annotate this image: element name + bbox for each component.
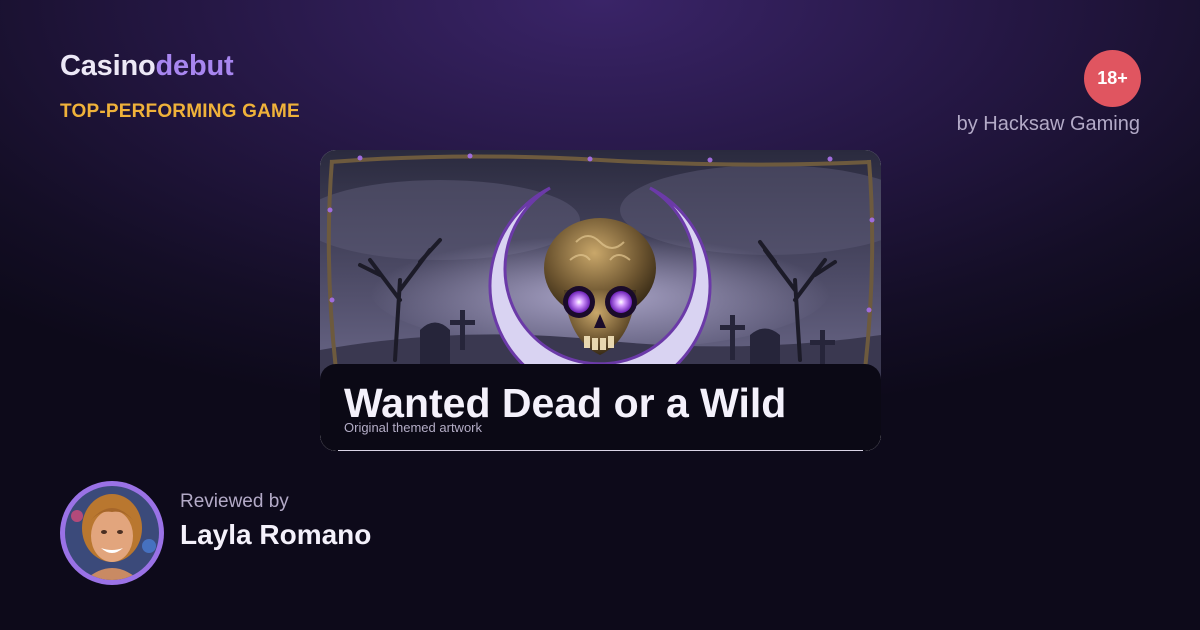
reviewer-name[interactable]: Layla Romano (180, 519, 371, 551)
section-eyebrow: TOP-PERFORMING GAME (60, 101, 300, 122)
artwork-caption: Original themed artwork (344, 420, 482, 435)
brand-name-part2: debut (155, 50, 234, 82)
caption-divider (338, 450, 863, 451)
reviewed-by-label: Reviewed by (180, 491, 289, 512)
game-artwork-card[interactable]: Wanted Dead or a Wild Original themed ar… (320, 150, 881, 451)
skull-artwork-icon (320, 150, 881, 380)
reviewer-avatar[interactable] (60, 481, 164, 585)
game-caption-panel: Wanted Dead or a Wild Original themed ar… (320, 364, 881, 451)
reviewer-portrait-icon (65, 486, 159, 580)
brand-logo[interactable]: Casinodebut (60, 50, 234, 83)
game-provider: by Hacksaw Gaming (956, 113, 1140, 135)
age-restriction-badge: 18+ (1084, 50, 1141, 107)
brand-name-part1: Casino (60, 50, 156, 82)
